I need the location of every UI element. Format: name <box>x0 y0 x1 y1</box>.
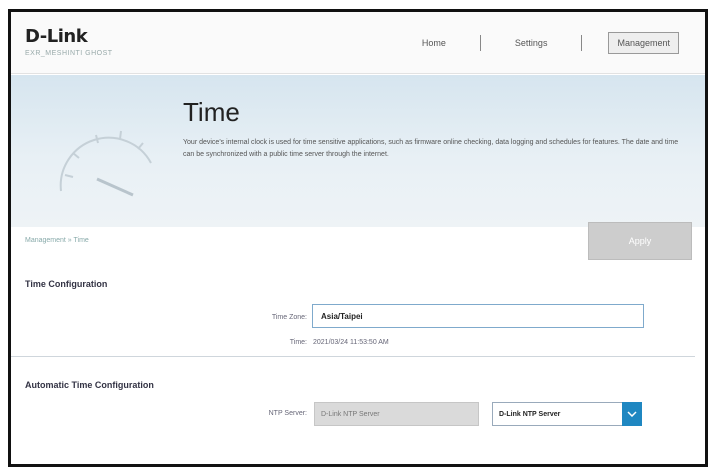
ntp-server-dropdown-value: D-Link NTP Server <box>499 410 561 418</box>
logo-subtitle: EXR_MESHINTI GHOST <box>25 50 113 57</box>
chevron-down-icon[interactable] <box>622 402 642 426</box>
nav-management[interactable]: Management <box>608 32 679 54</box>
ntp-server-label: NTP Server: <box>268 410 307 417</box>
ntp-server-input[interactable]: D-Link NTP Server <box>314 402 479 426</box>
time-configuration-heading: Time Configuration <box>25 279 108 289</box>
time-label: Time: <box>289 339 307 346</box>
nav-settings[interactable]: Settings <box>507 33 556 53</box>
breadcrumb[interactable]: Management » Time <box>25 237 89 244</box>
ntp-server-dropdown[interactable]: D-Link NTP Server <box>492 402 642 426</box>
dlink-logo: D-Link <box>25 26 88 47</box>
time-zone-label: Time Zone: <box>271 314 307 321</box>
current-time-value: 2021/03/24 11:53:50 AM <box>313 339 389 346</box>
top-nav: Home Settings Management <box>414 32 679 54</box>
hero-banner: Time Your device's internal clock is use… <box>11 75 705 227</box>
app-window: D-Link EXR_MESHINTI GHOST Home Settings … <box>8 9 708 467</box>
nav-divider <box>479 35 481 51</box>
section-divider <box>11 356 695 357</box>
page-title: Time <box>183 97 240 127</box>
page-description: Your device's internal clock is used for… <box>183 139 679 158</box>
header: D-Link EXR_MESHINTI GHOST Home Settings … <box>11 12 705 74</box>
apply-button[interactable]: Apply <box>588 222 692 260</box>
clock-gauge-icon <box>59 130 152 197</box>
time-zone-select[interactable]: Asia/Taipei <box>312 304 644 328</box>
nav-divider <box>581 35 583 51</box>
automatic-time-configuration-heading: Automatic Time Configuration <box>25 380 154 390</box>
nav-home[interactable]: Home <box>414 33 454 53</box>
